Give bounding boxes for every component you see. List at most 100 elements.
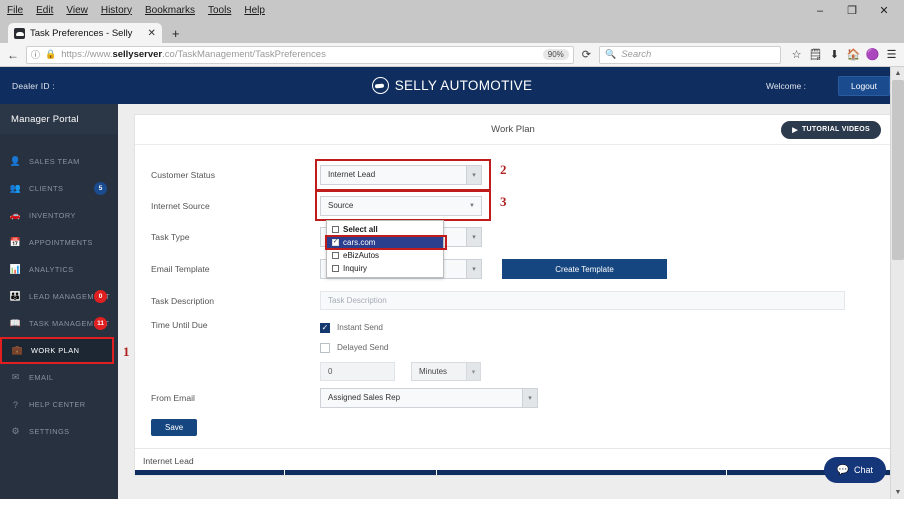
window-controls[interactable]: – ❐ ✕: [804, 0, 900, 21]
minimize-icon[interactable]: –: [804, 0, 836, 21]
internet-source-label: Internet Source: [151, 200, 210, 211]
sidebar-item-settings[interactable]: ⚙ SETTINGS: [0, 418, 118, 445]
page-info-icon[interactable]: ⓘ: [31, 48, 40, 61]
save-button[interactable]: Save: [151, 419, 198, 436]
home-icon[interactable]: 🏠: [845, 46, 862, 64]
internet-source-dropdown[interactable]: Select all ✓ cars.com eBizAutos Inquiry: [325, 219, 447, 278]
menu-help[interactable]: Help: [243, 4, 266, 18]
play-icon: ▶: [792, 126, 798, 134]
reload-icon[interactable]: ⟳: [578, 48, 595, 61]
maximize-icon[interactable]: ❐: [836, 0, 868, 21]
chevron-down-icon[interactable]: ▾: [466, 260, 481, 278]
sidebar-item-task-management[interactable]: 📖 TASK MANAGEMENT 11: [0, 310, 118, 337]
page-scrollbar[interactable]: ▲ ▼: [890, 67, 904, 499]
sidebar-item-help-center[interactable]: ? HELP CENTER: [0, 391, 118, 418]
dropdown-option-cars-com[interactable]: ✓ cars.com: [327, 235, 443, 249]
chevron-down-icon[interactable]: ▼: [469, 203, 475, 209]
sidebar-item-sales-team[interactable]: 👤 SALES TEAM: [0, 148, 118, 175]
delayed-send-row[interactable]: Delayed Send: [320, 340, 891, 355]
chevron-down-icon[interactable]: ▾: [466, 228, 481, 246]
menu-history[interactable]: History: [100, 4, 133, 18]
sidebar-item-clients[interactable]: 👥 CLIENTS 5: [0, 175, 118, 202]
work-plan-card: Work Plan ▶ TUTORIAL VIDEOS Customer Sta…: [134, 114, 892, 476]
pocket-icon[interactable]: 🟣: [864, 46, 881, 64]
menu-view[interactable]: View: [65, 4, 89, 18]
chevron-down-icon[interactable]: ▾: [466, 165, 481, 184]
menu-tools[interactable]: Tools: [207, 4, 232, 18]
dropdown-option-label: Select all: [343, 224, 378, 234]
sidebar-item-lead-management[interactable]: 👪 LEAD MANAGEMENT 0: [0, 283, 118, 310]
app-header: Dealer ID : SELLY AUTOMOTIVE Welcome : L…: [0, 67, 904, 104]
dropdown-option-select-all[interactable]: Select all: [327, 223, 443, 236]
internet-source-value: Source: [328, 201, 354, 210]
create-template-button[interactable]: Create Template: [502, 259, 667, 279]
chevron-down-icon[interactable]: ▾: [522, 388, 537, 407]
car-icon: 🚗: [9, 210, 22, 220]
selly-logo-icon: [371, 77, 389, 94]
sidebar-item-work-plan[interactable]: 💼 WORK PLAN: [0, 337, 114, 364]
sidebar-item-inventory[interactable]: 🚗 INVENTORY: [0, 202, 118, 229]
search-bar[interactable]: 🔍 Search: [599, 45, 781, 64]
sidebar-item-email[interactable]: ✉ EMAIL: [0, 364, 118, 391]
star-icon[interactable]: ☆: [788, 46, 805, 64]
row-task-type: Task Type ▾: [135, 221, 891, 253]
scrollbar-thumb[interactable]: [892, 80, 904, 260]
internet-source-select[interactable]: Source ▼: [320, 195, 482, 216]
delayed-send-label: Delayed Send: [337, 343, 389, 352]
row-email-template: Email Template ▾ Create Template: [135, 253, 891, 285]
bar-chart-icon: 📊: [9, 264, 22, 274]
sidebar-item-label: WORK PLAN: [31, 346, 80, 355]
checkbox-icon[interactable]: [332, 264, 339, 272]
dropdown-option-label: cars.com: [343, 237, 376, 247]
menu-edit[interactable]: Edit: [35, 4, 54, 18]
task-management-badge: 11: [94, 317, 107, 330]
library-icon[interactable]: 🗒: [807, 46, 824, 64]
browser-tab-active[interactable]: Task Preferences - Selly ✕: [8, 23, 162, 43]
url-text: https://www.sellyserver.co/TaskManagemen…: [61, 49, 326, 60]
checkbox-icon[interactable]: [332, 251, 339, 259]
customer-status-select[interactable]: Internet Lead ▾: [320, 164, 482, 185]
delay-amount-input[interactable]: 0: [320, 362, 395, 381]
tutorial-videos-button[interactable]: ▶ TUTORIAL VIDEOS: [781, 120, 881, 139]
checkbox-icon[interactable]: ✓: [332, 238, 339, 246]
dropdown-option-label: eBizAutos: [343, 250, 380, 260]
dropdown-option-ebizautos[interactable]: eBizAutos: [327, 249, 443, 262]
sidebar-item-label: HELP CENTER: [29, 400, 86, 409]
logout-button[interactable]: Logout: [838, 75, 890, 96]
delayed-send-checkbox[interactable]: [320, 342, 330, 353]
search-placeholder: Search: [621, 49, 652, 60]
scroll-down-icon[interactable]: ▼: [891, 486, 904, 499]
tab-close-icon[interactable]: ✕: [137, 28, 155, 39]
address-bar[interactable]: ⓘ 🔒 https://www.sellyserver.co/TaskManag…: [26, 45, 574, 64]
chat-label: Chat: [853, 465, 873, 475]
sidebar-item-appointments[interactable]: 📅 APPOINTMENTS: [0, 229, 118, 256]
sidebar-item-analytics[interactable]: 📊 ANALYTICS: [0, 256, 118, 283]
envelope-icon: ✉: [11, 372, 20, 382]
browser-menubar[interactable]: File Edit View History Bookmarks Tools H…: [0, 4, 266, 18]
zoom-level-badge[interactable]: 90%: [542, 49, 569, 60]
chat-button[interactable]: 💬 Chat: [823, 457, 886, 483]
checkbox-icon[interactable]: [332, 225, 339, 233]
back-icon[interactable]: ←: [4, 46, 22, 64]
delay-amount-row: 0 Minutes ▾: [320, 362, 891, 381]
scroll-up-icon[interactable]: ▲: [891, 67, 904, 80]
new-tab-button[interactable]: +: [162, 26, 188, 43]
dealer-id-label: Dealer ID :: [12, 80, 55, 91]
chevron-down-icon[interactable]: ▾: [466, 363, 480, 380]
menu-file[interactable]: File: [6, 4, 24, 18]
from-email-select[interactable]: Assigned Sales Rep ▾: [320, 387, 538, 408]
instant-send-row[interactable]: ✓ Instant Send: [320, 320, 891, 335]
app-body: Manager Portal 👤 SALES TEAM 👥 CLIENTS 5 …: [0, 104, 904, 499]
close-icon[interactable]: ✕: [868, 0, 900, 21]
table-col-1: [135, 470, 285, 475]
menu-bookmarks[interactable]: Bookmarks: [144, 4, 196, 18]
download-icon[interactable]: ⬇: [826, 46, 843, 64]
menu-icon[interactable]: ☰: [883, 46, 900, 64]
delay-unit-select[interactable]: Minutes ▾: [411, 362, 481, 381]
main-content: Work Plan ▶ TUTORIAL VIDEOS Customer Sta…: [118, 104, 904, 499]
instant-send-checkbox[interactable]: ✓: [320, 322, 330, 333]
dropdown-option-inquiry[interactable]: Inquiry: [327, 262, 443, 275]
task-description-input[interactable]: Task Description: [320, 291, 845, 310]
marker-3: 3: [500, 193, 507, 209]
portal-title: Manager Portal: [0, 104, 118, 134]
